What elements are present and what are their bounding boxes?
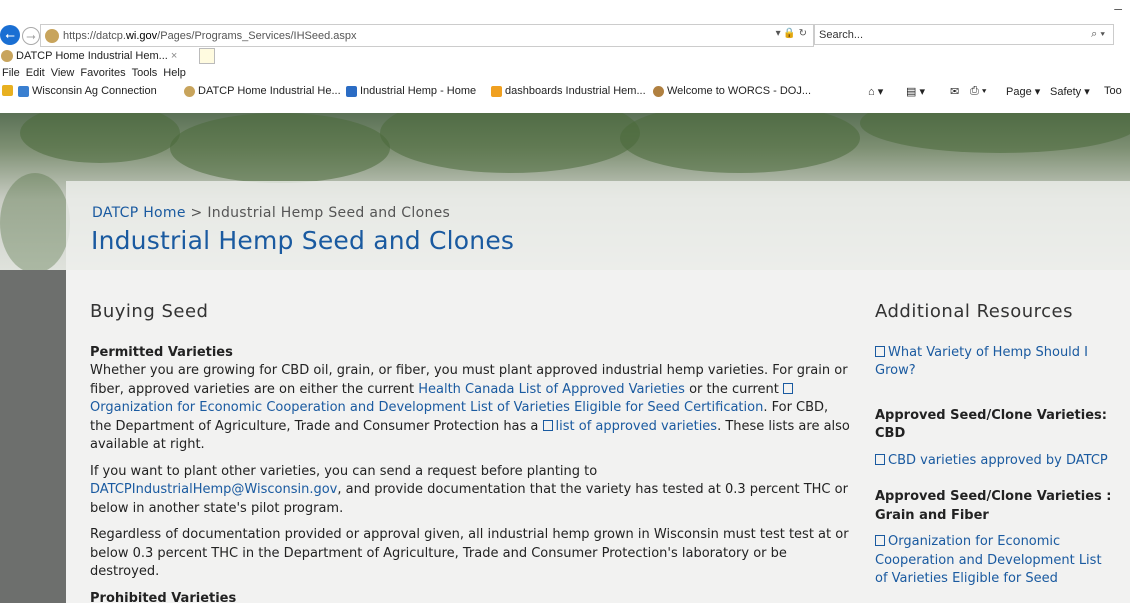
favorite-wisconsin-ag[interactable]: Wisconsin Ag Connection — [18, 85, 157, 97]
cbd-varieties-link[interactable]: CBD varieties approved by DATCP — [875, 452, 1115, 471]
breadcrumb-current: Industrial Hemp Seed and Clones — [207, 205, 450, 221]
favorites-star-icon[interactable] — [2, 85, 16, 96]
additional-resources-sidebar: Additional Resources What Variety of Hem… — [875, 270, 1115, 589]
left-side-band — [0, 270, 66, 603]
address-controls[interactable]: ▾ 🔒 ↻ — [776, 28, 807, 39]
menu-help[interactable]: Help — [163, 67, 186, 79]
breadcrumb-separator: > — [191, 205, 203, 221]
menu-tools[interactable]: Tools — [132, 67, 158, 79]
page-title: Industrial Hemp Seed and Clones — [91, 226, 514, 255]
mail-icon: ✉ — [950, 85, 959, 98]
favorite-industrial-hemp-home[interactable]: Industrial Hemp - Home — [346, 85, 476, 97]
tab-datcp-hemp[interactable]: DATCP Home Industrial Hem... × — [0, 47, 196, 65]
menu-bar: File Edit View Favorites Tools Help — [0, 67, 186, 79]
search-icon[interactable]: ⌕ ▾ — [1091, 28, 1105, 41]
dashboard-icon — [491, 86, 502, 97]
breadcrumb: DATCP Home > Industrial Hemp Seed and Cl… — [92, 205, 450, 221]
page-menu[interactable]: Page ▾ — [1006, 85, 1040, 98]
home-button[interactable]: ⌂ ▾ — [868, 85, 883, 98]
additional-resources-heading: Additional Resources — [875, 303, 1115, 322]
pdf-icon — [543, 420, 553, 431]
print-button[interactable]: ⎙ ▾ — [970, 85, 986, 98]
tab-close-icon[interactable]: × — [171, 50, 177, 62]
permitted-varieties-paragraph: Whether you are growing for CBD oil, gra… — [90, 362, 850, 455]
favorite-datcp-home[interactable]: DATCP Home Industrial He... — [184, 85, 341, 97]
pdf-icon — [783, 383, 793, 394]
variety-guide-link[interactable]: What Variety of Hemp Should I Grow? — [875, 344, 1115, 381]
pdf-icon — [875, 535, 885, 546]
ie-page-icon — [18, 86, 29, 97]
favorite-worcs[interactable]: Welcome to WORCS - DOJ... — [653, 85, 811, 97]
favorite-dashboards[interactable]: dashboards Industrial Hem... — [491, 85, 646, 97]
feeds-button[interactable]: ▤ ▾ — [906, 85, 925, 98]
feeds-icon: ▤ ▾ — [906, 85, 925, 98]
oecd-list-link[interactable]: Organization for Economic Cooperation an… — [90, 400, 763, 415]
menu-view[interactable]: View — [51, 67, 75, 79]
print-icon: ⎙ ▾ — [970, 85, 986, 98]
datcp-favicon-icon — [184, 86, 195, 97]
tab-favicon-icon — [1, 50, 13, 62]
site-favicon-icon — [45, 29, 59, 43]
favorites-bar: Wisconsin Ag Connection DATCP Home Indus… — [0, 85, 1130, 103]
breadcrumb-home-link[interactable]: DATCP Home — [92, 205, 186, 221]
mail-button[interactable]: ✉ — [950, 85, 959, 98]
grain-fiber-heading: Approved Seed/Clone Varieties : Grain an… — [875, 488, 1115, 525]
email-link[interactable]: DATCPIndustrialHemp@Wisconsin.gov — [90, 482, 337, 497]
forward-arrow-icon: ⭢ — [26, 29, 36, 44]
tab-title: DATCP Home Industrial Hem... — [16, 50, 168, 62]
url-text: https://datcp.wi.gov/Pages/Programs_Serv… — [63, 30, 357, 42]
oecd-sidebar-link[interactable]: Organization for Economic Cooperation an… — [875, 533, 1115, 589]
safety-menu[interactable]: Safety ▾ — [1050, 85, 1090, 98]
back-button[interactable]: ⭠ — [0, 25, 20, 45]
new-tab-button[interactable] — [199, 48, 215, 64]
back-arrow-icon: ⭠ — [5, 28, 15, 43]
cbd-varieties-heading: Approved Seed/Clone Varieties: CBD — [875, 407, 1115, 444]
menu-file[interactable]: File — [2, 67, 20, 79]
search-input[interactable]: Search... ⌕ ▾ — [814, 24, 1114, 45]
pdf-icon — [875, 346, 885, 357]
permitted-varieties-heading: Permitted Varieties — [90, 344, 850, 363]
section-heading-buying-seed: Buying Seed — [90, 303, 850, 322]
prohibited-varieties-heading: Prohibited Varieties — [90, 590, 850, 608]
approved-varieties-link[interactable]: list of approved varieties — [556, 419, 718, 434]
home-icon: ⌂ ▾ — [868, 85, 883, 98]
main-content: Buying Seed Permitted Varieties Whether … — [90, 270, 850, 608]
health-canada-link[interactable]: Health Canada List of Approved Varieties — [418, 382, 685, 397]
star-icon — [2, 85, 13, 96]
search-placeholder: Search... — [819, 29, 863, 41]
testing-paragraph: Regardless of documentation provided or … — [90, 526, 850, 582]
browser-chrome: – ⭠ ⭢ https://datcp.wi.gov/Pages/Program… — [0, 0, 1130, 113]
menu-edit[interactable]: Edit — [26, 67, 45, 79]
address-bar[interactable]: https://datcp.wi.gov/Pages/Programs_Serv… — [40, 24, 814, 47]
forward-button[interactable]: ⭢ — [22, 27, 40, 45]
pdf-icon — [875, 454, 885, 465]
doj-seal-icon — [653, 86, 664, 97]
tools-menu[interactable]: Too — [1104, 85, 1122, 97]
other-varieties-paragraph: If you want to plant other varieties, yo… — [90, 463, 850, 519]
sharepoint-icon — [346, 86, 357, 97]
minimize-button[interactable]: – — [1114, 0, 1122, 16]
address-row: ⭠ ⭢ https://datcp.wi.gov/Pages/Programs_… — [0, 24, 1130, 46]
menu-favorites[interactable]: Favorites — [80, 67, 125, 79]
